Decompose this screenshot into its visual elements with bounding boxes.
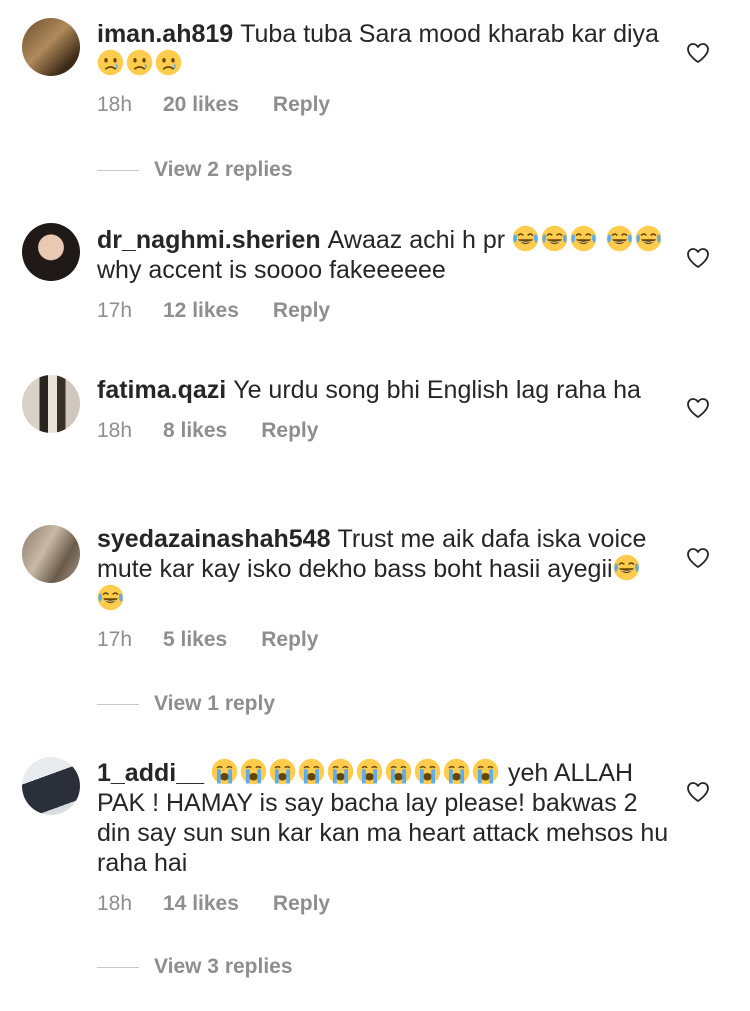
view-replies-button[interactable]: View 2 replies: [97, 158, 293, 182]
comment-body: syedazainashah548 Trust me aik dafa iska …: [97, 524, 672, 652]
comment-body: iman.ah819 Tuba tuba Sara mood kharab kar…: [97, 19, 672, 117]
comment-message: Tuba tuba Sara mood kharab kar diya: [240, 20, 659, 48]
reply-button[interactable]: Reply: [273, 892, 330, 916]
tears-of-joy-face-icon: [635, 225, 662, 252]
comment-message: why accent is soooo fakeeeeee: [97, 256, 446, 284]
tears-of-joy-face-icon: [97, 584, 124, 611]
tears-of-joy-face-icon: [613, 554, 640, 581]
comment-likes[interactable]: 5 likes: [163, 628, 227, 652]
comment-meta: 18h 8 likes Reply: [97, 419, 672, 443]
tears-of-joy-face-icon: [541, 225, 568, 252]
view-replies-label[interactable]: View 2 replies: [154, 158, 293, 182]
comment-username[interactable]: 1_addi__: [97, 759, 204, 787]
comment-message: Awaaz achi h pr: [327, 226, 506, 254]
crying-face-icon: [97, 49, 124, 76]
heart-outline-icon[interactable]: [686, 547, 710, 569]
loudly-crying-face-icon: [414, 758, 441, 785]
loudly-crying-face-icon: [327, 758, 354, 785]
view-replies-button[interactable]: View 1 reply: [97, 692, 275, 716]
crying-face-icon: [155, 49, 182, 76]
tears-of-joy-face-icon: [606, 225, 633, 252]
loudly-crying-face-icon: [211, 758, 238, 785]
tears-of-joy-face-icon: [570, 225, 597, 252]
comment-message: Ye urdu song bhi English lag raha ha: [233, 376, 641, 404]
comment-text: iman.ah819 Tuba tuba Sara mood kharab kar…: [97, 19, 672, 79]
comment-likes[interactable]: 8 likes: [163, 419, 227, 443]
comment-likes[interactable]: 20 likes: [163, 93, 239, 117]
comment-username[interactable]: fatima.qazi: [97, 376, 226, 404]
avatar[interactable]: [22, 525, 80, 583]
divider-line: [97, 966, 139, 968]
loudly-crying-face-icon: [298, 758, 325, 785]
avatar[interactable]: [22, 223, 80, 281]
comment-body: 1_addi__ yeh ALLAH PAK ! HAMAY is say ba…: [97, 758, 672, 916]
reply-button[interactable]: Reply: [261, 628, 318, 652]
avatar[interactable]: [22, 18, 80, 76]
comment-time: 18h: [97, 93, 133, 116]
view-replies-label[interactable]: View 1 reply: [154, 692, 275, 716]
loudly-crying-face-icon: [356, 758, 383, 785]
comment-meta: 17h 5 likes Reply: [97, 628, 672, 652]
loudly-crying-face-icon: [269, 758, 296, 785]
comment-time: 17h: [97, 299, 133, 322]
avatar[interactable]: [22, 375, 80, 433]
loudly-crying-face-icon: [443, 758, 470, 785]
crying-face-icon: [126, 49, 153, 76]
view-replies-label[interactable]: View 3 replies: [154, 955, 293, 979]
loudly-crying-face-icon: [472, 758, 499, 785]
comment-username[interactable]: iman.ah819: [97, 20, 233, 48]
comment-username[interactable]: syedazainashah548: [97, 525, 330, 553]
loudly-crying-face-icon: [240, 758, 267, 785]
divider-line: [97, 703, 139, 705]
reply-button[interactable]: Reply: [273, 93, 330, 117]
divider-line: [97, 169, 139, 171]
comment-time: 18h: [97, 419, 133, 442]
loudly-crying-face-icon: [385, 758, 412, 785]
heart-outline-icon[interactable]: [686, 397, 710, 419]
heart-outline-icon[interactable]: [686, 781, 710, 803]
comment-likes[interactable]: 12 likes: [163, 299, 239, 323]
heart-outline-icon[interactable]: [686, 42, 710, 64]
comment-likes[interactable]: 14 likes: [163, 892, 239, 916]
avatar[interactable]: [22, 757, 80, 815]
comment-text: fatima.qazi Ye urdu song bhi English lag …: [97, 375, 672, 405]
comment-text: 1_addi__ yeh ALLAH PAK ! HAMAY is say ba…: [97, 758, 672, 878]
comment-username[interactable]: dr_naghmi.sherien: [97, 226, 321, 254]
comment-meta: 18h 14 likes Reply: [97, 892, 672, 916]
comment-text: dr_naghmi.sherien Awaaz achi h pr why acc…: [97, 225, 672, 285]
tears-of-joy-face-icon: [512, 225, 539, 252]
comment-text: syedazainashah548 Trust me aik dafa iska …: [97, 524, 672, 614]
comment-body: fatima.qazi Ye urdu song bhi English lag …: [97, 375, 672, 443]
comment-meta: 18h 20 likes Reply: [97, 93, 672, 117]
comment-meta: 17h 12 likes Reply: [97, 299, 672, 323]
comment-time: 17h: [97, 628, 133, 651]
comment-body: dr_naghmi.sherien Awaaz achi h pr why acc…: [97, 225, 672, 323]
reply-button[interactable]: Reply: [261, 419, 318, 443]
view-replies-button[interactable]: View 3 replies: [97, 955, 293, 979]
heart-outline-icon[interactable]: [686, 247, 710, 269]
reply-button[interactable]: Reply: [273, 299, 330, 323]
comment-time: 18h: [97, 892, 133, 915]
